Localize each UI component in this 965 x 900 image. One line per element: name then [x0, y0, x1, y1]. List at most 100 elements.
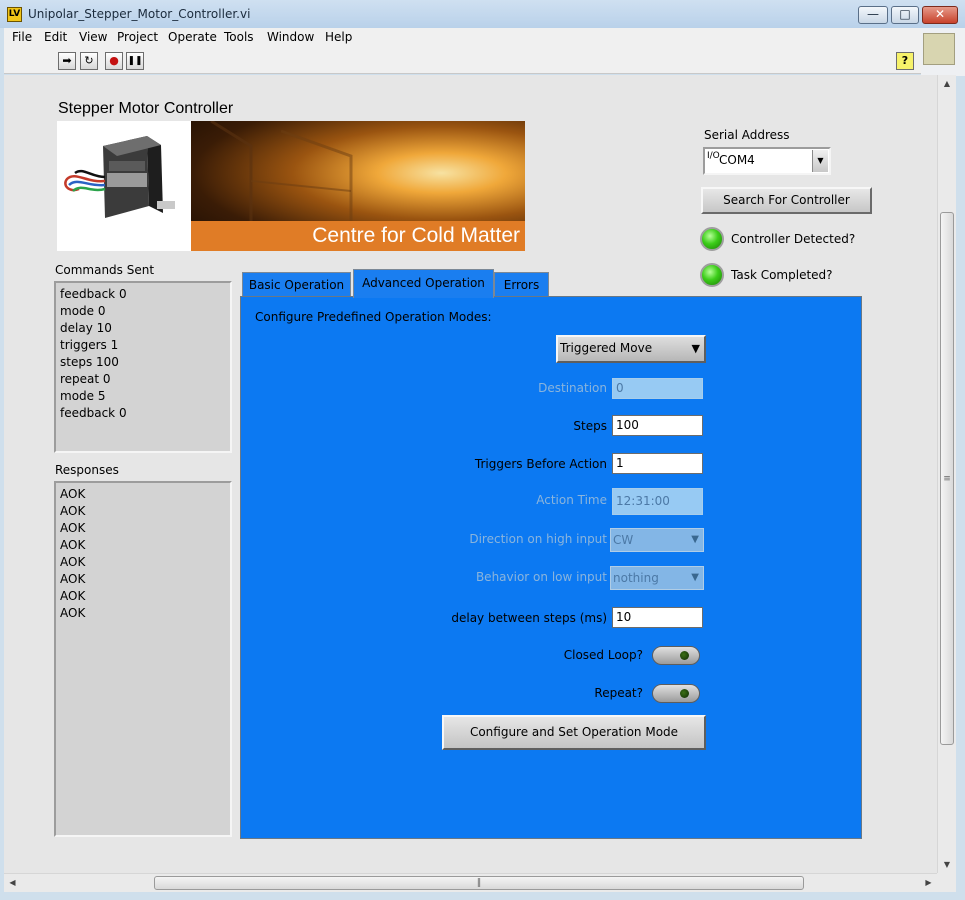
help-icon[interactable]: ? — [896, 52, 914, 70]
banner-art-icon — [210, 121, 353, 221]
menu-project[interactable]: Project — [117, 30, 158, 44]
menu-bar: File Edit View Project Operate Tools Win… — [4, 28, 921, 48]
action-time-field[interactable]: 12:31:00 — [612, 488, 703, 515]
destination-label: Destination — [538, 381, 607, 395]
tab-errors[interactable]: Errors — [494, 272, 549, 297]
closed-loop-label: Closed Loop? — [563, 648, 643, 662]
run-continuously-icon[interactable]: ↻ — [80, 52, 98, 70]
menu-file[interactable]: File — [12, 30, 32, 44]
delay-between-steps-field[interactable]: 10 — [612, 607, 703, 628]
run-icon[interactable]: ➡ — [58, 52, 76, 70]
scroll-left-icon[interactable]: ◀ — [4, 874, 21, 892]
controller-detected-led — [700, 227, 724, 251]
steps-field[interactable]: 100 — [612, 415, 703, 436]
menu-edit[interactable]: Edit — [44, 30, 67, 44]
advanced-operation-panel — [240, 296, 862, 839]
commands-sent-label: Commands Sent — [55, 263, 155, 277]
banner-image: Centre for Cold Matter — [191, 121, 525, 251]
window-title: Unipolar_Stepper_Motor_Controller.vi — [28, 7, 251, 21]
list-item: repeat 0 — [60, 372, 111, 386]
tab-basic-operation[interactable]: Basic Operation — [242, 272, 351, 297]
list-item: mode 0 — [60, 304, 106, 318]
operation-mode-select[interactable]: Triggered Move ▼ — [556, 335, 706, 363]
menu-operate[interactable]: Operate — [168, 30, 217, 44]
behavior-value: nothing — [613, 571, 659, 585]
serial-address-label: Serial Address — [704, 128, 790, 142]
triggers-before-action-label: Triggers Before Action — [474, 457, 607, 471]
chevron-down-icon: ▼ — [691, 534, 699, 545]
direction-value: CW — [613, 533, 634, 547]
direction-on-high-input-select[interactable]: CW ▼ — [610, 528, 704, 552]
steps-label: Steps — [573, 419, 607, 433]
behavior-on-low-input-label: Behavior on low input — [475, 570, 607, 584]
direction-on-high-input-label: Direction on high input — [469, 532, 607, 546]
list-item: triggers 1 — [60, 338, 119, 352]
menu-view[interactable]: View — [79, 30, 107, 44]
menu-help[interactable]: Help — [325, 30, 352, 44]
close-button[interactable]: ✕ — [922, 6, 958, 24]
serial-address-select[interactable]: I/O COM4 ▼ — [703, 147, 831, 175]
horizontal-scroll-thumb[interactable]: ‖ — [154, 876, 804, 890]
destination-field[interactable]: 0 — [612, 378, 703, 399]
horizontal-scrollbar[interactable]: ◀ ‖ ▶ — [4, 873, 937, 892]
serial-address-value: COM4 — [719, 153, 755, 167]
search-for-controller-button[interactable]: Search For Controller — [701, 187, 872, 214]
vertical-scrollbar[interactable]: ▲ ≡ ▼ — [937, 75, 956, 873]
list-item: steps 100 — [60, 355, 119, 369]
task-completed-led — [700, 263, 724, 287]
stepper-motor-icon — [57, 121, 191, 251]
list-item: feedback 0 — [60, 406, 127, 420]
menu-tools[interactable]: Tools — [224, 30, 254, 44]
toggle-light-icon — [680, 651, 689, 660]
action-time-label: Action Time — [536, 493, 607, 507]
configure-modes-heading: Configure Predefined Operation Modes: — [255, 310, 492, 324]
triggers-before-action-field[interactable]: 1 — [612, 453, 703, 474]
repeat-toggle[interactable] — [652, 684, 700, 703]
list-item: AOK — [60, 504, 86, 518]
task-completed-label: Task Completed? — [731, 268, 833, 282]
io-icon: I/O — [707, 151, 720, 161]
operation-mode-value: Triggered Move — [560, 341, 653, 355]
banner-caption: Centre for Cold Matter — [191, 221, 525, 251]
responses-list[interactable]: AOK AOK AOK AOK AOK AOK AOK AOK — [54, 481, 232, 837]
toggle-light-icon — [680, 689, 689, 698]
tab-advanced-operation[interactable]: Advanced Operation — [353, 269, 494, 298]
configure-and-set-operation-mode-button[interactable]: Configure and Set Operation Mode — [442, 715, 706, 750]
list-item: AOK — [60, 487, 86, 501]
list-item: mode 5 — [60, 389, 106, 403]
delay-between-steps-label: delay between steps (ms) — [451, 611, 607, 625]
list-item: AOK — [60, 589, 86, 603]
toolbar: ➡ ↻ ● ❚❚ ? — [4, 48, 921, 74]
vertical-scroll-thumb[interactable]: ≡ — [940, 212, 954, 745]
maximize-button[interactable]: □ — [891, 6, 919, 24]
labview-app-icon: LV — [7, 7, 22, 22]
responses-label: Responses — [55, 463, 119, 477]
vi-icon — [923, 33, 955, 65]
list-item: AOK — [60, 606, 86, 620]
closed-loop-toggle[interactable] — [652, 646, 700, 665]
stepper-motor-image — [57, 121, 191, 251]
chevron-down-icon[interactable]: ▼ — [812, 150, 828, 172]
chevron-down-icon: ▼ — [691, 342, 700, 355]
page-title: Stepper Motor Controller — [58, 100, 234, 117]
scroll-up-icon[interactable]: ▲ — [938, 75, 956, 92]
controller-detected-label: Controller Detected? — [731, 232, 856, 246]
title-bar[interactable]: LV Unipolar_Stepper_Motor_Controller.vi … — [0, 0, 965, 28]
scroll-down-icon[interactable]: ▼ — [938, 856, 956, 873]
list-item: delay 10 — [60, 321, 112, 335]
list-item: AOK — [60, 555, 86, 569]
behavior-on-low-input-select[interactable]: nothing ▼ — [610, 566, 704, 590]
resize-grip[interactable] — [937, 873, 956, 892]
repeat-label: Repeat? — [594, 686, 643, 700]
pause-icon[interactable]: ❚❚ — [126, 52, 144, 70]
list-item: feedback 0 — [60, 287, 127, 301]
scroll-right-icon[interactable]: ▶ — [920, 874, 937, 892]
minimize-button[interactable]: — — [858, 6, 888, 24]
list-item: AOK — [60, 538, 86, 552]
chevron-down-icon: ▼ — [691, 572, 699, 583]
list-item: AOK — [60, 572, 86, 586]
list-item: AOK — [60, 521, 86, 535]
commands-sent-list[interactable]: feedback 0 mode 0 delay 10 triggers 1 st… — [54, 281, 232, 453]
menu-window[interactable]: Window — [267, 30, 314, 44]
abort-icon[interactable]: ● — [105, 52, 123, 70]
